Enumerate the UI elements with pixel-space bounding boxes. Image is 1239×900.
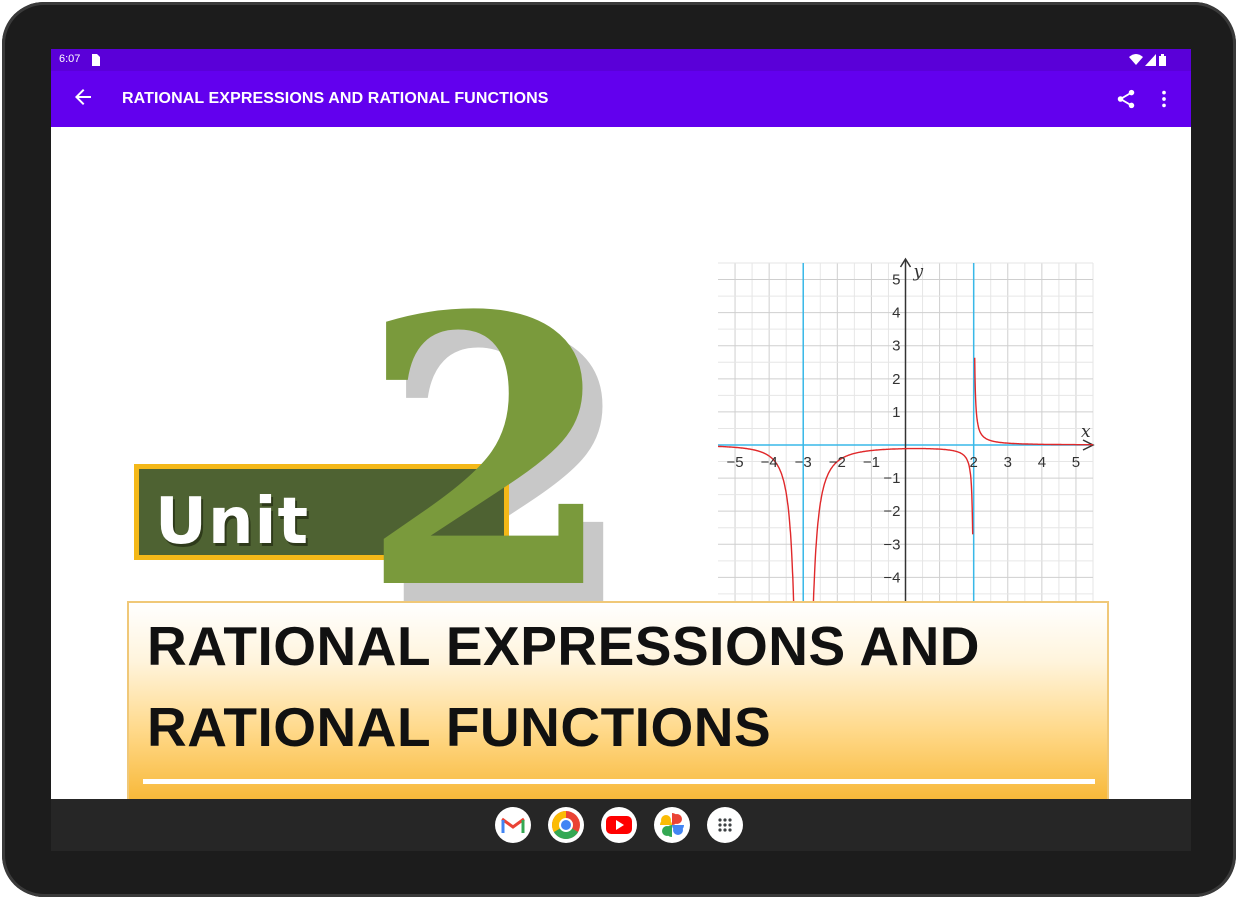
y-tick-label: 1	[892, 404, 900, 421]
x-tick-label: −2	[829, 454, 846, 471]
x-tick-label: 2	[970, 454, 978, 471]
app-drawer-icon[interactable]	[707, 807, 743, 843]
chrome-icon[interactable]	[548, 807, 584, 843]
y-axis-label: y	[913, 262, 924, 282]
unit-title-line-2: RATIONAL FUNCTIONS	[147, 696, 772, 758]
photos-icon[interactable]	[654, 807, 690, 843]
status-time: 6:07	[59, 53, 81, 65]
y-tick-label: −1	[883, 470, 900, 487]
x-tick-label: −5	[726, 454, 743, 471]
unit-title-line-1: RATIONAL EXPRESSIONS AND	[147, 615, 981, 677]
x-tick-label: −4	[761, 454, 778, 471]
x-tick-label: 4	[1038, 454, 1046, 471]
x-tick-label: −3	[795, 454, 812, 471]
graph-axes: xy	[718, 257, 1095, 627]
title-underline	[143, 779, 1095, 784]
screen: 6:07 RATIONAL EXPRESSIONS AND RATIONAL F…	[51, 49, 1191, 851]
unit-label: Unit	[155, 485, 310, 559]
wifi-icon	[1129, 54, 1143, 65]
arrow-back-icon[interactable]	[71, 85, 95, 109]
x-tick-label: −1	[863, 454, 880, 471]
function-curve	[974, 357, 1093, 446]
signal-icon	[1145, 54, 1156, 66]
unit-number: 2	[359, 237, 617, 671]
x-tick-label: 5	[1072, 454, 1080, 471]
y-tick-label: −3	[883, 536, 900, 553]
cover-page: 2 Unit 2 xy −5−4−3−2−1234554321−1−2−3−4−…	[51, 127, 1191, 801]
youtube-icon[interactable]	[601, 807, 637, 843]
y-tick-label: 4	[892, 305, 900, 322]
taskbar	[51, 799, 1191, 851]
y-tick-label: −2	[883, 503, 900, 520]
y-tick-label: 5	[892, 272, 900, 289]
sim-card-icon	[92, 54, 100, 66]
y-tick-label: 3	[892, 338, 900, 355]
battery-icon	[1159, 54, 1166, 66]
app-bar-title: RATIONAL EXPRESSIONS AND RATIONAL FUNCTI…	[122, 90, 549, 107]
rational-function-graph: xy −5−4−3−2−1234554321−1−2−3−4−5	[718, 257, 1095, 635]
app-bar: RATIONAL EXPRESSIONS AND RATIONAL FUNCTI…	[51, 71, 1191, 127]
x-tick-label: 3	[1004, 454, 1012, 471]
y-tick-label: 2	[892, 371, 900, 388]
y-tick-label: −4	[883, 569, 900, 586]
status-bar: 6:07	[51, 49, 1191, 71]
more-vert-icon[interactable]	[1153, 88, 1175, 110]
share-icon[interactable]	[1115, 88, 1137, 110]
x-axis-label: x	[1081, 422, 1091, 442]
gmail-icon[interactable]	[495, 807, 531, 843]
